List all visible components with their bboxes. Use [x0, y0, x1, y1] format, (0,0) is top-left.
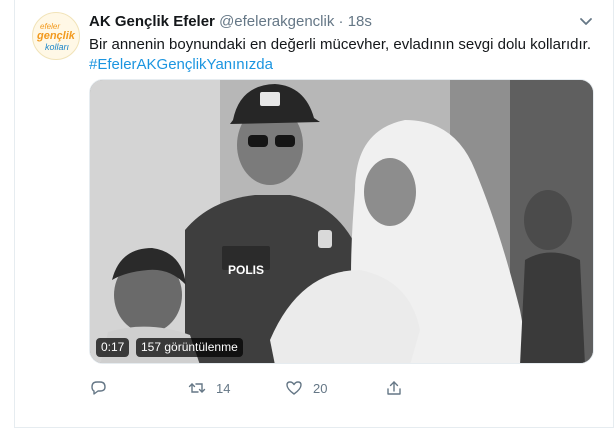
chevron-down-icon[interactable]: [577, 12, 595, 30]
tweet-time[interactable]: 18s: [348, 13, 372, 30]
author-name[interactable]: AK Gençlik Efeler: [89, 13, 215, 30]
police-label: POLIS: [228, 263, 264, 277]
separator-dot: ·: [338, 13, 344, 30]
author-handle[interactable]: @efelerakgenclik: [219, 13, 334, 30]
retweet-icon: [188, 383, 206, 393]
share-icon: [387, 381, 401, 395]
tweet-header: AK Gençlik Efeler @efelerakgenclik · 18s: [89, 13, 372, 30]
retweet-button[interactable]: 14: [188, 376, 230, 400]
avatar[interactable]: efeler gençlik kolları: [32, 12, 80, 60]
police-label-text: POLIS: [228, 263, 264, 277]
hashtag-link[interactable]: #EfelerAKGençlikYanınızda: [89, 55, 594, 75]
tweet-text: Bir annenin boynundaki en değerli mücevh…: [89, 35, 594, 75]
like-count: 20: [313, 380, 328, 396]
video-player[interactable]: [89, 79, 594, 364]
avatar-text-2: gençlik: [37, 30, 75, 42]
video-frame: [90, 80, 593, 363]
reply-icon: [91, 381, 106, 395]
reply-button[interactable]: [89, 376, 107, 400]
heart-icon: [286, 381, 302, 395]
tweet-body: Bir annenin boynundaki en değerli mücevh…: [89, 36, 591, 53]
video-views-badge: 157 görüntülenme: [136, 338, 243, 357]
share-button[interactable]: [385, 376, 403, 400]
retweet-count: 14: [216, 380, 231, 396]
avatar-text-3: kolları: [45, 42, 70, 52]
like-button[interactable]: 20: [285, 376, 327, 400]
video-duration-badge: 0:17: [96, 338, 130, 357]
tweet-actions: 14 20: [89, 376, 509, 400]
